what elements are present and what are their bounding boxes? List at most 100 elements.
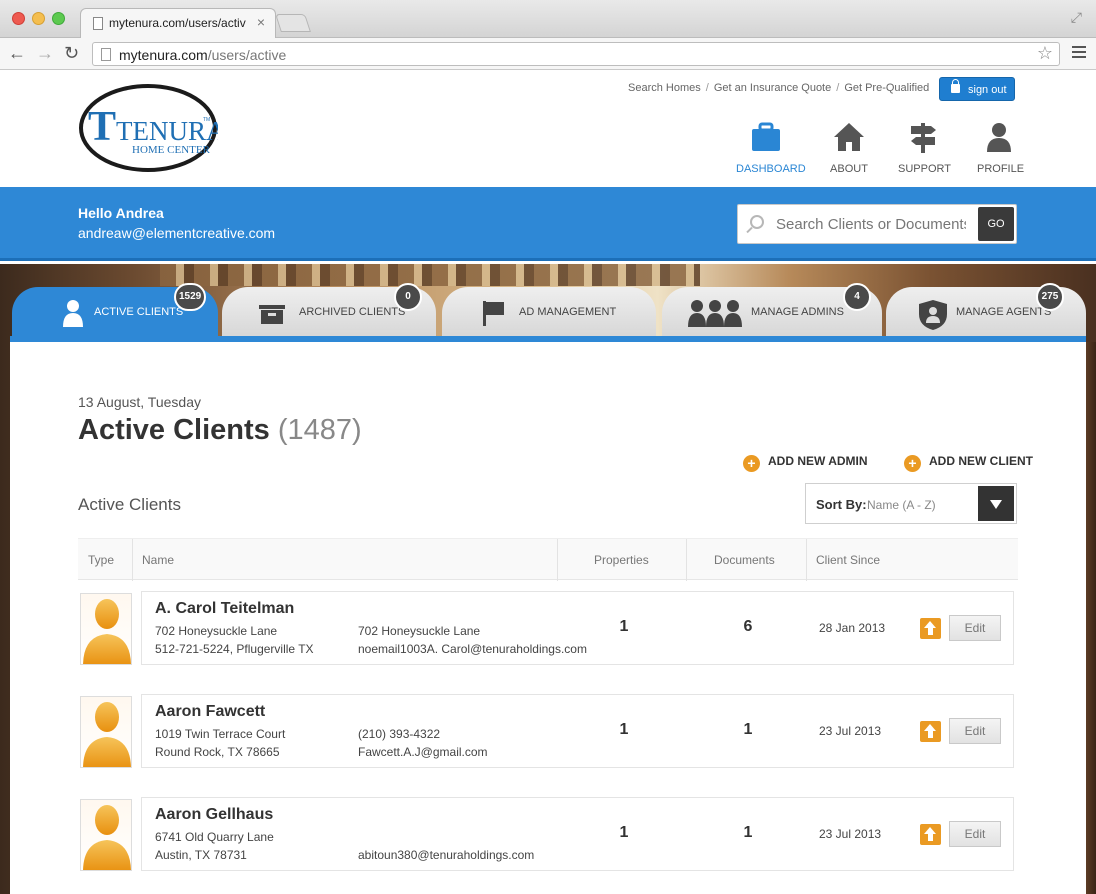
tab-active-clients[interactable]: ACTIVE CLIENTS 1529 [12, 283, 218, 339]
person-icon [60, 299, 90, 327]
tenura-logo[interactable]: T TENURA HOME CENTER TM [78, 83, 226, 173]
nav-profile[interactable]: PROFILE [977, 121, 1025, 175]
signpost-icon [907, 121, 939, 153]
column-name[interactable]: Name [142, 553, 174, 567]
client-avatar-icon [80, 696, 132, 768]
link-search-homes[interactable]: Search Homes [628, 82, 701, 94]
bookmark-star-icon[interactable]: ☆ [1037, 43, 1053, 64]
link-insurance-quote[interactable]: Get an Insurance Quote [714, 82, 831, 94]
arrow-up-icon[interactable] [920, 824, 941, 845]
close-window-button[interactable] [12, 12, 25, 25]
client-documents: 1 [743, 824, 753, 841]
edit-button[interactable]: Edit [949, 615, 1001, 641]
page-title-count: (1487) [277, 414, 362, 446]
plus-icon: + [904, 455, 921, 472]
forward-arrow-icon[interactable]: → [36, 43, 54, 63]
agent-shield-icon [918, 299, 948, 330]
briefcase-icon [750, 121, 782, 153]
person-icon [983, 121, 1015, 153]
client-name[interactable]: Aaron Gellhaus [155, 806, 273, 824]
tab-close-icon[interactable]: × [257, 14, 265, 30]
add-new-admin-label: ADD NEW ADMIN [768, 454, 868, 468]
client-documents: 1 [743, 721, 753, 738]
page-icon [93, 17, 103, 30]
client-since: 23 Jul 2013 [819, 724, 882, 738]
search-input[interactable] [776, 214, 966, 234]
edit-button[interactable]: Edit [949, 718, 1001, 744]
column-client-since[interactable]: Client Since [816, 553, 880, 567]
page-icon [101, 48, 111, 61]
add-new-client-button[interactable]: + ADD NEW CLIENT [904, 454, 1033, 472]
right-edge [1086, 342, 1096, 894]
column-type[interactable]: Type [88, 553, 114, 567]
column-properties[interactable]: Properties [594, 553, 649, 567]
svg-text:T: T [88, 104, 116, 150]
browser-menu-icon[interactable] [1072, 46, 1086, 61]
sort-dropdown[interactable]: Sort By: Name (A - Z) [805, 483, 1017, 524]
top-links: Search Homes / Get an Insurance Quote / Get … [628, 82, 929, 94]
nav-about[interactable]: ABOUT [829, 121, 869, 175]
client-phone: (210) 393-4322 [358, 727, 441, 741]
url-host: mytenura.com [119, 47, 208, 63]
tab-manage-admins-badge: 4 [843, 283, 871, 311]
tab-archived-clients[interactable]: ARCHIVED CLIENTS 0 [222, 283, 436, 339]
client-address: 1019 Twin Terrace Court [155, 727, 286, 741]
client-name[interactable]: Aaron Fawcett [155, 703, 265, 721]
client-since: 23 Jul 2013 [819, 827, 882, 841]
client-email: noemail1003A. Carol@tenuraholdings.com [358, 642, 587, 656]
link-separator: / [836, 82, 840, 94]
page-title: Active Clients (1487) [78, 414, 362, 447]
client-email: Fawcett.A.J@gmail.com [358, 745, 488, 759]
nav-support-label: SUPPORT [898, 163, 951, 175]
minimize-window-button[interactable] [32, 12, 45, 25]
edit-button[interactable]: Edit [949, 821, 1001, 847]
lock-icon [951, 79, 960, 93]
url-text: mytenura.com/users/active [119, 47, 286, 63]
client-name[interactable]: A. Carol Teitelman [155, 600, 294, 618]
archive-box-icon [258, 299, 288, 327]
column-documents[interactable]: Documents [714, 553, 775, 567]
flag-icon [480, 299, 510, 327]
arrow-up-icon[interactable] [920, 721, 941, 742]
group-icon [688, 299, 748, 327]
tab-ad-management[interactable]: AD MANAGEMENT [442, 287, 656, 339]
sort-label: Sort By: [816, 497, 867, 512]
greeting: Hello Andrea [78, 205, 164, 221]
background-shelf [160, 264, 700, 286]
client-address: 6741 Old Quarry Lane [155, 830, 274, 844]
nav-dashboard-label: DASHBOARD [736, 163, 806, 175]
sort-value: Name (A - Z) [867, 498, 936, 512]
table-row[interactable]: A. Carol Teitelman 702 Honeysuckle Lane … [78, 591, 1018, 667]
nav-support[interactable]: SUPPORT [898, 121, 951, 175]
client-phone-city: 512-721-5224, Pflugerville TX [155, 642, 314, 656]
zoom-window-button[interactable] [52, 12, 65, 25]
tab-manage-agents-label: MANAGE AGENTS [956, 306, 1052, 318]
new-tab-button[interactable] [275, 14, 311, 32]
link-separator: / [705, 82, 709, 94]
nav-about-label: ABOUT [830, 163, 868, 175]
back-arrow-icon[interactable]: ← [8, 43, 26, 63]
link-pre-qualified[interactable]: Get Pre-Qualified [844, 82, 929, 94]
fullscreen-icon[interactable]: ⤢ [1071, 9, 1082, 26]
reload-icon[interactable]: ↻ [64, 43, 79, 63]
arrow-up-icon[interactable] [920, 618, 941, 639]
add-new-admin-button[interactable]: + ADD NEW ADMIN [743, 454, 868, 472]
table-row[interactable]: Aaron Fawcett 1019 Twin Terrace Court Ro… [78, 694, 1018, 770]
browser-tab[interactable]: mytenura.com/users/activ × [80, 8, 276, 38]
table-row[interactable]: Aaron Gellhaus 6741 Old Quarry Lane Aust… [78, 797, 1018, 873]
tab-manage-admins-label: MANAGE ADMINS [751, 306, 844, 318]
chevron-down-icon[interactable] [978, 486, 1014, 521]
address-bar[interactable]: mytenura.com/users/active ☆ [92, 42, 1060, 66]
sign-out-button[interactable]: sign out [939, 77, 1015, 101]
search-go-button[interactable]: GO [978, 207, 1014, 241]
nav-profile-label: PROFILE [977, 163, 1025, 175]
browser-titlebar: mytenura.com/users/activ × ⤢ [0, 0, 1096, 38]
home-icon [833, 121, 865, 153]
tab-ad-management-label: AD MANAGEMENT [519, 306, 617, 318]
url-path: /users/active [207, 47, 287, 63]
tab-manage-agents[interactable]: MANAGE AGENTS 275 [886, 283, 1086, 339]
client-documents: 6 [743, 618, 753, 635]
nav-dashboard[interactable]: DASHBOARD [736, 121, 806, 175]
tab-manage-admins[interactable]: MANAGE ADMINS 4 [662, 283, 882, 339]
page-title-text: Active Clients [78, 414, 270, 446]
